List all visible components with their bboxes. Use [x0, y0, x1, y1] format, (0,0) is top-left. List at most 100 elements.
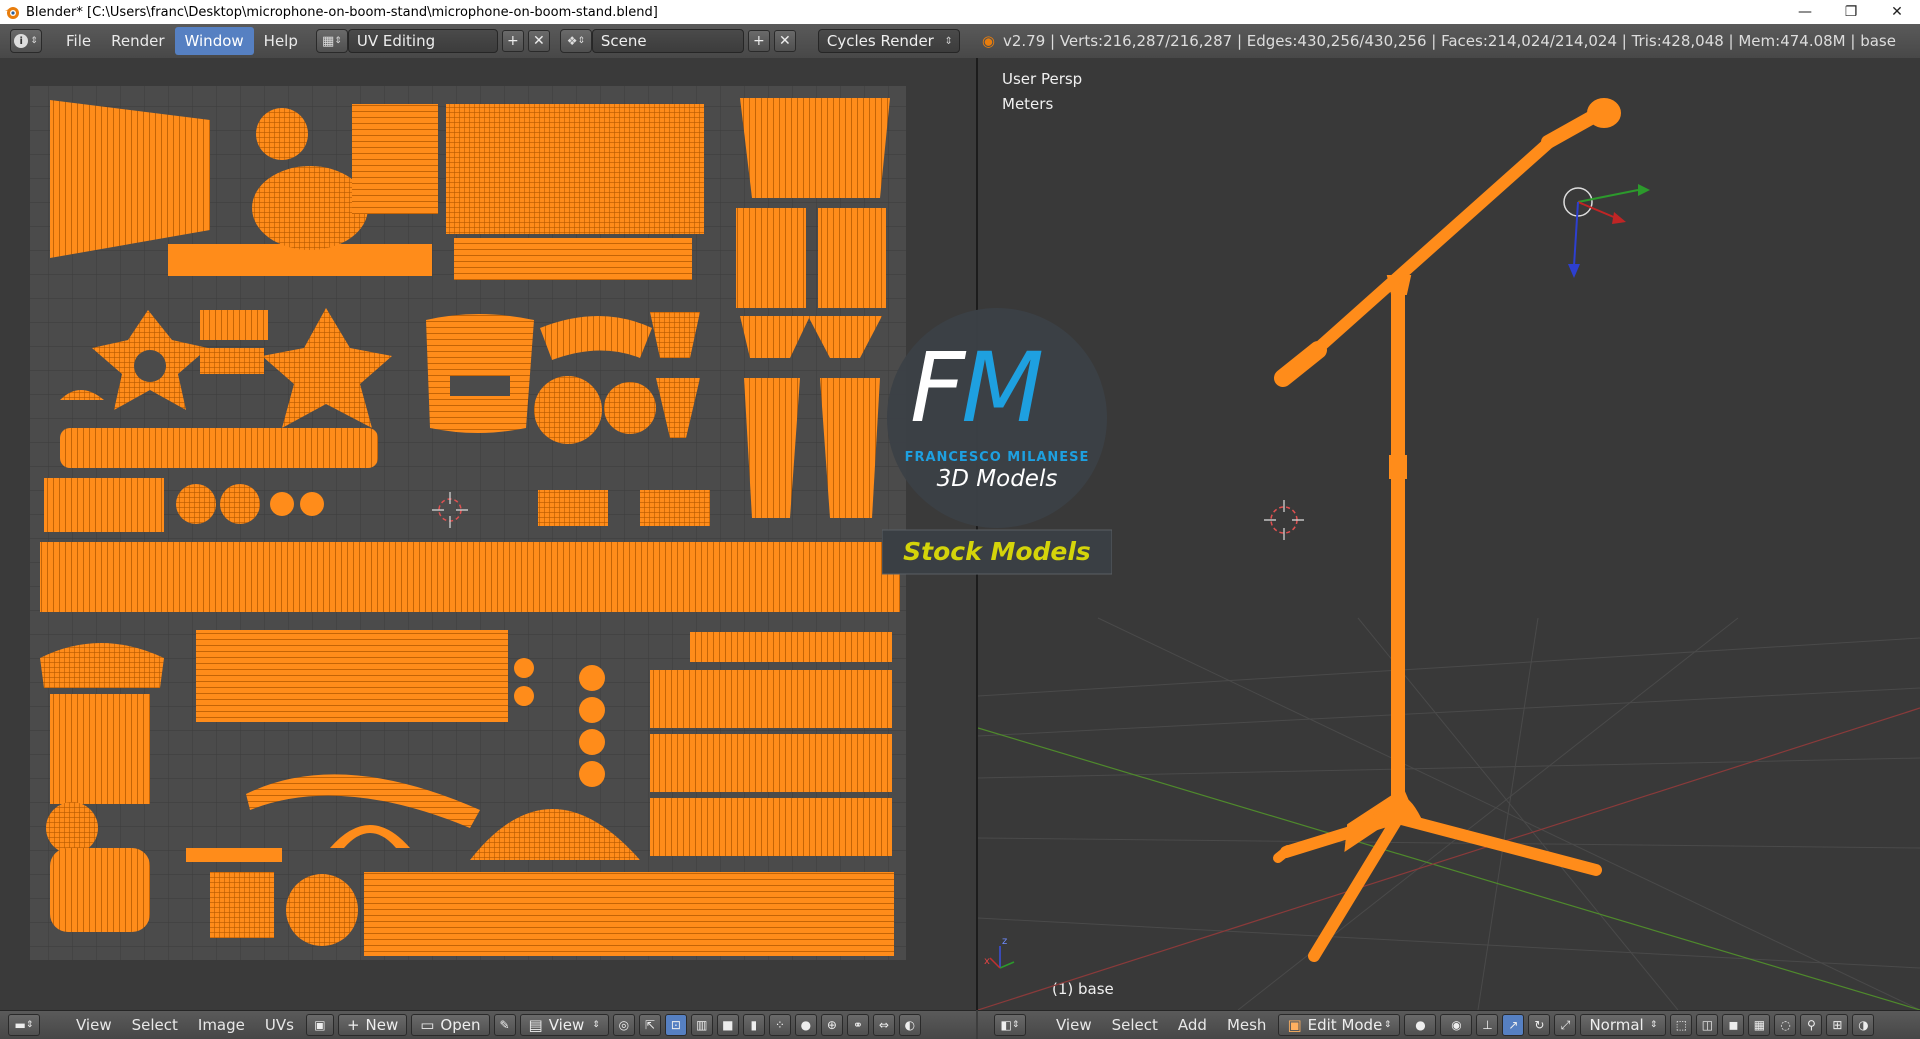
- restore-button[interactable]: ❐: [1828, 0, 1874, 24]
- close-button[interactable]: ✕: [1874, 0, 1920, 24]
- menu-select[interactable]: Select: [122, 1016, 188, 1034]
- screen-layout-selector-button[interactable]: ▦ ⇕: [315, 29, 348, 53]
- orientation-label: Normal: [1589, 1016, 1644, 1034]
- logo-letter-f: F: [910, 332, 965, 444]
- window-title: Blender* [C:\Users\franc\Desktop\microph…: [26, 4, 658, 20]
- logo-letter-m: M: [961, 332, 1044, 444]
- edge-select-icon[interactable]: ▥: [690, 1014, 713, 1036]
- editor-type-info-button[interactable]: i ⇕: [10, 29, 42, 53]
- vertex-select-mode-icon[interactable]: ⬚: [1670, 1014, 1693, 1036]
- snap-element-icon[interactable]: ⊞: [1826, 1014, 1849, 1036]
- folder-icon: ▭: [420, 1016, 435, 1034]
- menu-view[interactable]: View: [66, 1016, 122, 1034]
- microphone-stand-mesh[interactable]: [1273, 98, 1621, 962]
- menu-file[interactable]: File: [56, 27, 101, 55]
- menu-add[interactable]: Add: [1168, 1016, 1217, 1034]
- cube-icon: ◧: [1000, 1018, 1012, 1032]
- render-engine-dropdown[interactable]: Cycles Render ⇕: [817, 29, 960, 53]
- add-scene-button[interactable]: +: [747, 30, 770, 52]
- layout-grid-icon: ▦: [321, 33, 335, 49]
- logo-subtitle: 3D Models: [936, 466, 1058, 492]
- open-label: Open: [440, 1016, 481, 1034]
- blender-logo-icon: [5, 7, 19, 19]
- scene-stats: v2.79 | Verts:216,287/216,287 | Edges:43…: [1002, 32, 1896, 50]
- svg-text:z: z: [1002, 936, 1007, 947]
- scene-icon: ❖: [566, 34, 578, 48]
- mode-dropdown[interactable]: ▣ Edit Mode ⇕: [1278, 1014, 1401, 1036]
- axis-orientation-widget: z x: [984, 936, 1015, 969]
- viewport-shading-icon[interactable]: ●: [1404, 1014, 1437, 1036]
- scene-dropdown[interactable]: Scene: [591, 29, 744, 53]
- view-mode-dropdown[interactable]: ▤ View ⇕: [519, 1014, 609, 1036]
- scene-label: Scene: [600, 32, 647, 50]
- minimize-button[interactable]: —: [1782, 0, 1828, 24]
- screen-layout-label: UV Editing: [356, 32, 436, 50]
- viewport-scene[interactable]: z x: [978, 58, 1920, 1010]
- image-editor-icon: ▬: [14, 1018, 26, 1032]
- pivot-point-icon[interactable]: ◉: [1440, 1014, 1473, 1036]
- scale-manipulator-icon[interactable]: ⤢: [1554, 1014, 1577, 1036]
- view-mode-label: View: [548, 1016, 585, 1034]
- svg-text:x: x: [984, 956, 990, 967]
- delete-scene-button[interactable]: ✕: [773, 30, 796, 52]
- floor-grid: [978, 617, 1920, 1010]
- proportional-editing-icon[interactable]: ◌: [1774, 1014, 1797, 1036]
- sticky-selection-icon[interactable]: ⁘: [768, 1014, 791, 1036]
- fm-3d-models-watermark: FM FRANCESCO MILANESE 3D Models Stock Mo…: [882, 306, 1112, 578]
- transform-orientation-dropdown[interactable]: Normal ⇕: [1580, 1014, 1667, 1036]
- edit-mode-icon: ▣: [1287, 1016, 1302, 1034]
- dropdown-arrow-icon: ⇕: [944, 35, 953, 47]
- add-layout-button[interactable]: +: [501, 30, 524, 52]
- open-image-button[interactable]: ▭ Open: [411, 1014, 490, 1036]
- menu-help[interactable]: Help: [254, 27, 308, 55]
- menu-select-3d[interactable]: Select: [1102, 1016, 1168, 1034]
- menu-uvs[interactable]: UVs: [255, 1016, 304, 1034]
- new-label: New: [365, 1016, 399, 1034]
- edge-select-mode-icon[interactable]: ◫: [1696, 1014, 1719, 1036]
- uv-image-editor[interactable]: [0, 58, 978, 1010]
- menu-view-3d[interactable]: View: [1046, 1016, 1102, 1034]
- scale-icon[interactable]: ⇔: [872, 1014, 895, 1036]
- face-select-mode-icon[interactable]: ◼: [1722, 1014, 1745, 1036]
- vertex-select-icon[interactable]: ⊡: [664, 1014, 687, 1036]
- editor-type-3d-button[interactable]: ◧ ⇕: [994, 1014, 1026, 1036]
- view-icon: ▤: [528, 1016, 543, 1034]
- manipulator-toggle-icon[interactable]: ⊥: [1476, 1014, 1499, 1036]
- screen-layout-dropdown[interactable]: UV Editing: [347, 29, 498, 53]
- scene-selector-button[interactable]: ❖ ⇕: [559, 29, 592, 53]
- render-icon[interactable]: ◐: [898, 1014, 921, 1036]
- face-select-icon[interactable]: ■: [716, 1014, 739, 1036]
- editor-type-image-button[interactable]: ▬ ⇕: [8, 1014, 40, 1036]
- occlude-geometry-icon[interactable]: ▦: [1748, 1014, 1771, 1036]
- pin-icon[interactable]: ✎: [493, 1014, 516, 1036]
- uv-editor-header: ▬ ⇕ View Select Image UVs ▣ + New ▭ Open ✎ …: [0, 1010, 976, 1039]
- window-title-bar: Blender* [C:\Users\franc\Desktop\microph…: [0, 0, 1920, 24]
- menu-mesh[interactable]: Mesh: [1217, 1016, 1277, 1034]
- uv-canvas[interactable]: [0, 58, 976, 1010]
- pivot-icon[interactable]: ◎: [612, 1014, 635, 1036]
- menu-image[interactable]: Image: [188, 1016, 255, 1034]
- 3d-cursor[interactable]: [1264, 500, 1304, 540]
- proportional-edit-icon[interactable]: ●: [794, 1014, 817, 1036]
- 3d-viewport[interactable]: User Persp Meters (1) base z x: [978, 58, 1920, 1010]
- logo-badge: Stock Models: [903, 537, 1091, 566]
- snap-icon[interactable]: ⊕: [820, 1014, 843, 1036]
- snapping-icon[interactable]: ⚲: [1800, 1014, 1823, 1036]
- menu-render[interactable]: Render: [101, 27, 174, 55]
- menu-window[interactable]: Window: [174, 27, 254, 55]
- render-preview-icon[interactable]: ◑: [1852, 1014, 1875, 1036]
- rotate-manipulator-icon[interactable]: ↻: [1528, 1014, 1551, 1036]
- link-icon[interactable]: ⚭: [846, 1014, 869, 1036]
- transform-manipulator[interactable]: [1563, 184, 1650, 278]
- plus-icon: +: [346, 1016, 360, 1034]
- browse-image-button[interactable]: ▣: [305, 1014, 334, 1036]
- new-image-button[interactable]: + New: [337, 1014, 408, 1036]
- island-select-icon[interactable]: ▮: [742, 1014, 765, 1036]
- translate-manipulator-icon[interactable]: ↗: [1502, 1014, 1525, 1036]
- delete-layout-button[interactable]: ✕: [527, 30, 550, 52]
- x-axis-line: [978, 707, 1920, 1010]
- sync-selection-icon[interactable]: ⇱: [638, 1014, 661, 1036]
- image-browse-icon: ▣: [314, 1018, 326, 1032]
- mode-label: Edit Mode: [1307, 1016, 1383, 1034]
- blender-small-logo-icon: ◉: [981, 32, 995, 50]
